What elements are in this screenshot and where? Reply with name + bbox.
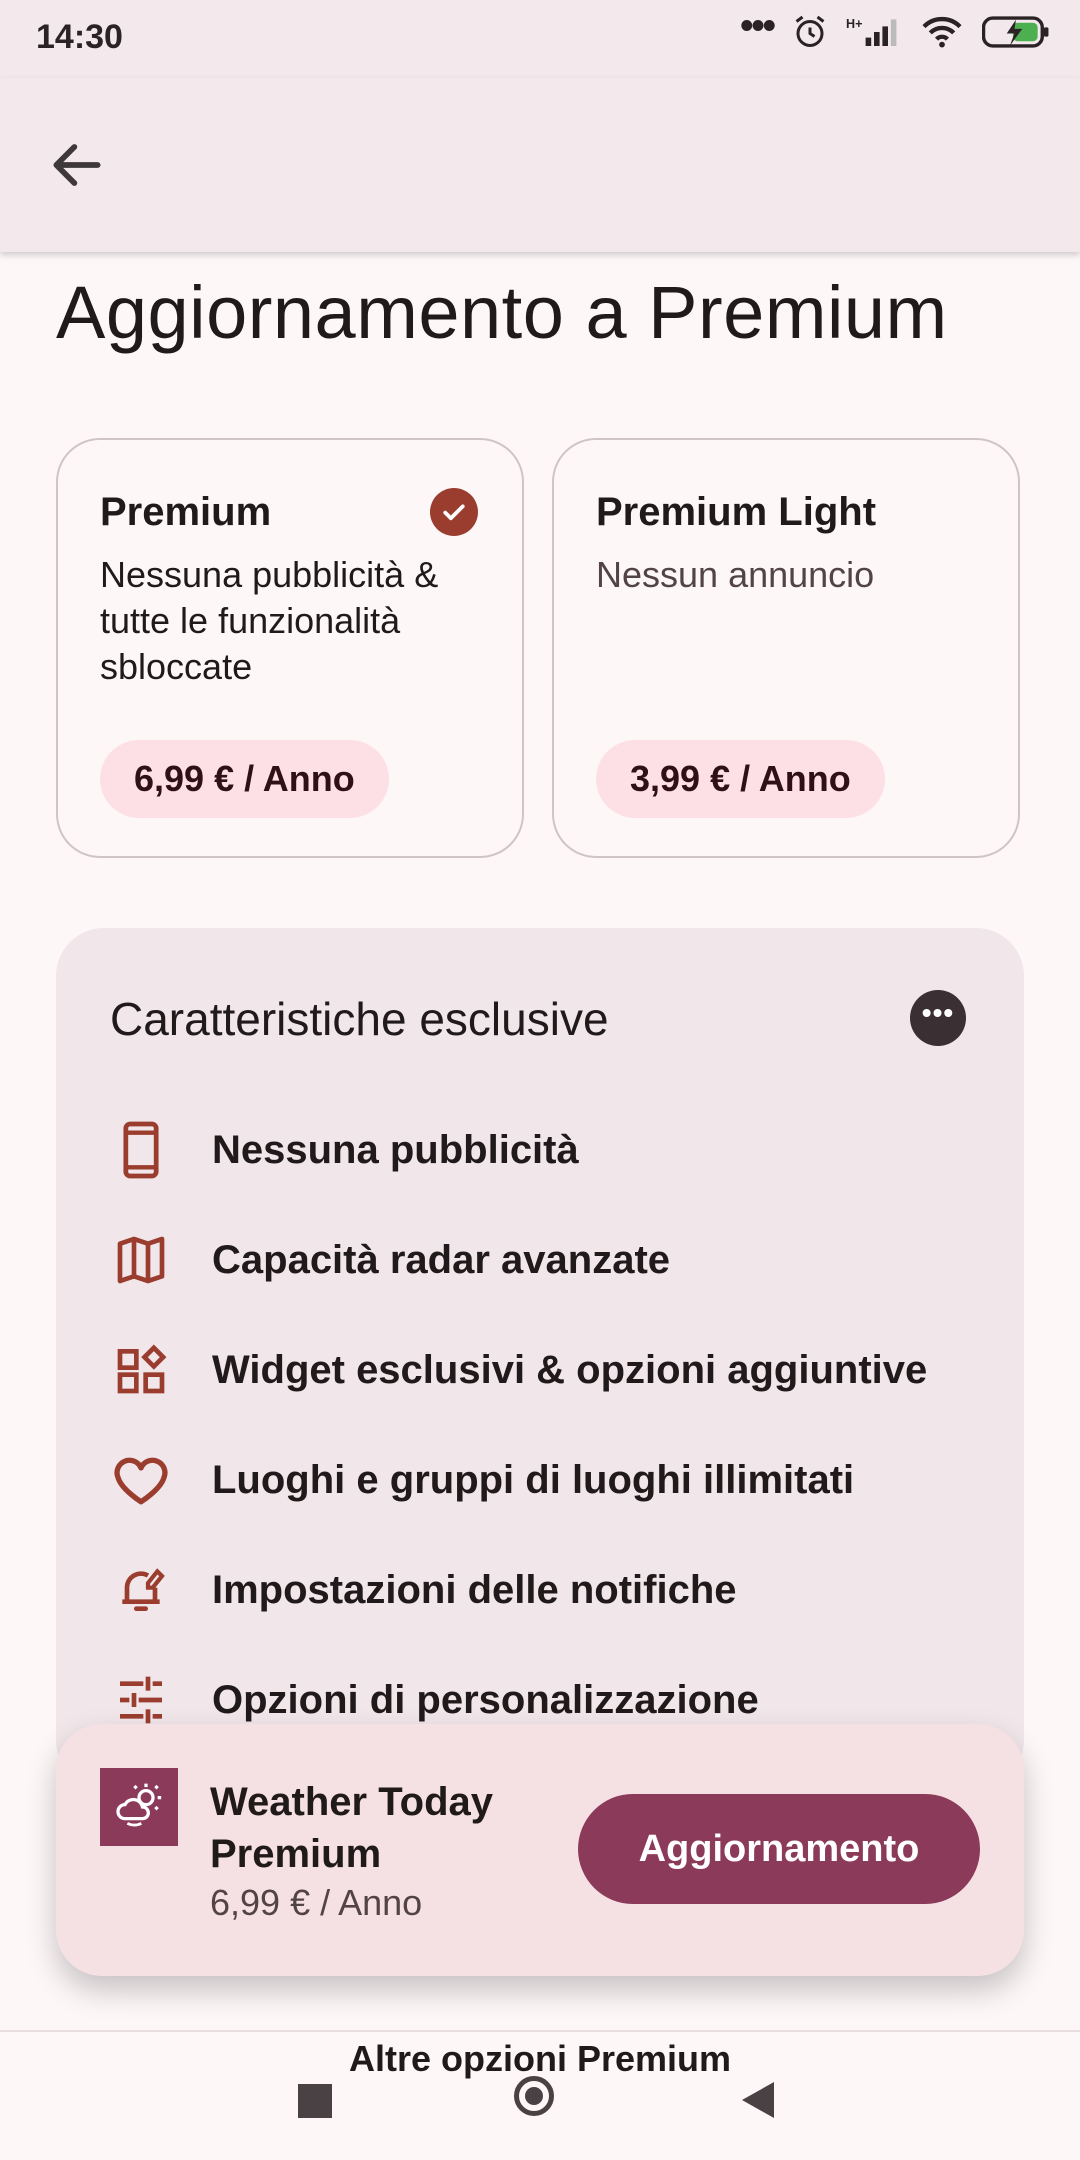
feature-label: Luoghi e gruppi di luoghi illimitati (212, 1457, 855, 1502)
feature-label: Capacità radar avanzate (212, 1237, 671, 1282)
signal-icon: H+ (846, 17, 897, 46)
upgrade-button[interactable]: Aggiornamento (578, 1794, 980, 1904)
plan-name: Premium Light (596, 490, 877, 534)
feature-item: Capacità radar avanzate (110, 1220, 670, 1300)
weather-app-icon (100, 1768, 178, 1846)
plan-description: Nessuna pubblicità & tutte le funzionali… (100, 554, 439, 687)
system-nav-bar (0, 2074, 1080, 2160)
arrow-left-icon (53, 144, 101, 186)
status-bar: 14:30 ••• H+ (0, 0, 1080, 78)
status-icons: ••• H+ (740, 5, 1050, 50)
back-button[interactable] (46, 134, 108, 196)
sliders-icon (110, 1669, 172, 1731)
wifi-icon (922, 16, 962, 48)
features-card: Caratteristiche esclusive ••• Nessuna pu… (56, 928, 1024, 1788)
price-chip: 6,99 € / Anno (100, 740, 389, 818)
feature-label: Opzioni di personalizzazione (212, 1677, 759, 1722)
feature-item: Impostazioni delle notifiche (110, 1550, 737, 1630)
price-chip: 3,99 € / Anno (596, 740, 885, 818)
divider (0, 2030, 1080, 2032)
feature-label: Widget esclusivi & opzioni aggiuntive (212, 1347, 928, 1392)
feature-label: Impostazioni delle notifiche (212, 1567, 737, 1612)
battery-icon (982, 16, 1049, 48)
home-button[interactable] (514, 2076, 554, 2116)
page-title: Aggiornamento a Premium (56, 271, 948, 354)
upgrade-bar: Weather Today Premium 6,99 € / Anno Aggi… (56, 1724, 1024, 1976)
features-title: Caratteristiche esclusive (110, 993, 609, 1045)
alarm-icon (795, 15, 825, 47)
more-horizontal-icon: ••• (921, 997, 955, 1028)
widgets-icon (110, 1339, 172, 1401)
upgrade-app-name: Weather Today Premium (210, 1780, 494, 1876)
more-options-button[interactable]: ••• (910, 990, 966, 1046)
feature-item: Widget esclusivi & opzioni aggiuntive (110, 1330, 927, 1410)
status-time: 14:30 (36, 18, 123, 56)
upgrade-price: 6,99 € / Anno (210, 1882, 423, 1923)
feature-item: Nessuna pubblicità (110, 1110, 579, 1190)
plan-card-premium-light[interactable]: Premium Light Nessun annuncio 3,99 € / A… (552, 438, 1020, 858)
feature-item: Luoghi e gruppi di luoghi illimitati (110, 1440, 854, 1520)
plan-name: Premium (100, 490, 272, 534)
back-nav-button[interactable] (742, 2082, 774, 2118)
plan-description: Nessun annuncio (596, 554, 875, 595)
check-circle-icon (430, 488, 478, 536)
network-type: H+ (846, 17, 862, 31)
heart-icon (110, 1449, 172, 1511)
feature-label: Nessuna pubblicità (212, 1127, 579, 1172)
phone-icon (110, 1119, 172, 1181)
notification-settings-icon (110, 1559, 172, 1621)
top-app-bar (0, 78, 1080, 252)
plan-card-premium[interactable]: Premium Nessuna pubblicità & tutte le fu… (56, 438, 524, 858)
dots-icon: ••• (740, 4, 776, 47)
recents-button[interactable] (298, 2084, 332, 2118)
map-icon (110, 1229, 172, 1291)
